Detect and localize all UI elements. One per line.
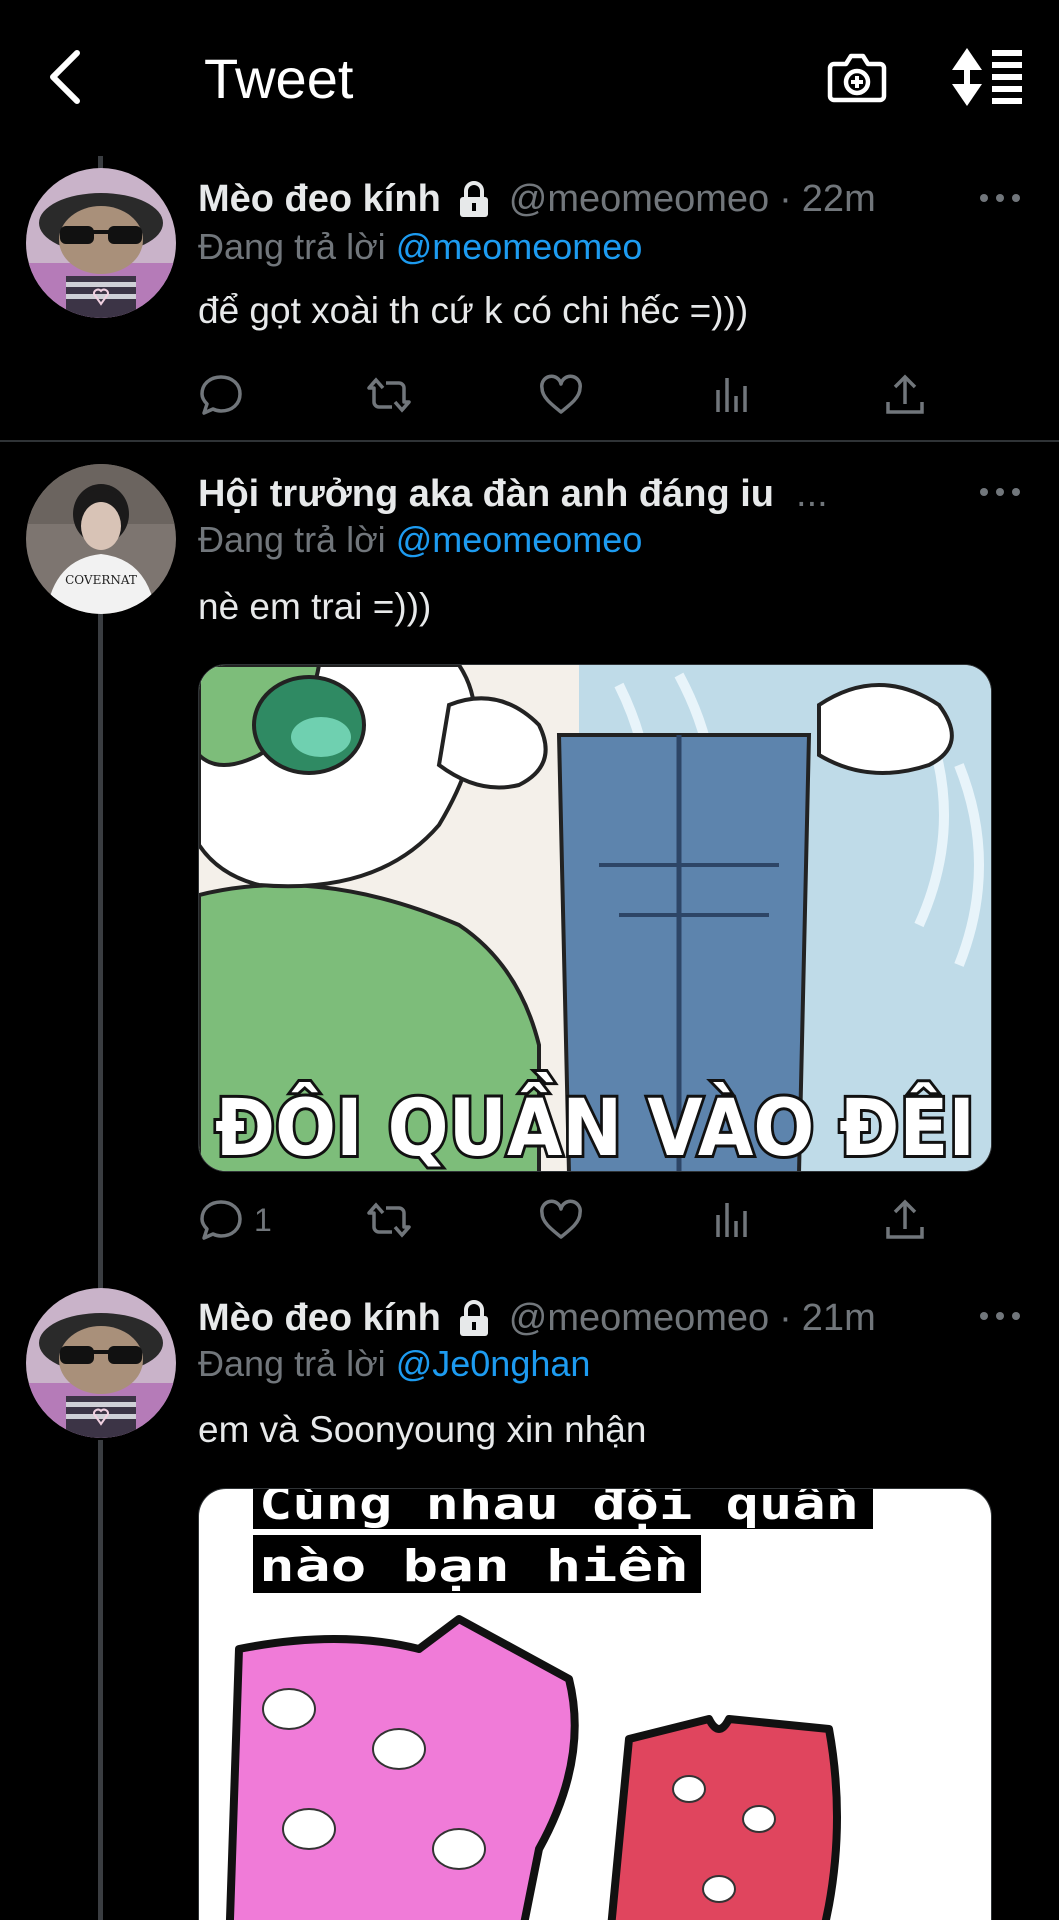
avatar-shirt-text: COVERNAT — [65, 573, 137, 587]
separator-dot: · — [779, 178, 792, 220]
separator-dot: · — [779, 1297, 792, 1339]
retweet-icon — [367, 377, 411, 413]
more-dot — [980, 1312, 988, 1320]
avatar[interactable]: COVERNAT — [26, 464, 176, 614]
reply-mention-link[interactable]: @Je0nghan — [396, 1343, 591, 1384]
media-caption-line2: nào bạn hiền — [259, 1541, 689, 1592]
like-button[interactable] — [538, 370, 584, 420]
tweet-media-image[interactable]: Cùng nhau đội quần nào bạn hiền — [198, 1488, 992, 1920]
reply-mention-link[interactable]: @meomeomeo — [396, 519, 643, 560]
lock-icon — [459, 1299, 488, 1336]
tweet-actions — [198, 370, 938, 420]
more-options-button[interactable] — [980, 477, 1020, 507]
heart-icon — [540, 1199, 582, 1239]
more-dot — [996, 1312, 1004, 1320]
tweet-media-image[interactable]: ĐÔI QUẦN VÀO ĐÊI — [198, 664, 992, 1172]
thread-connector-line — [98, 1440, 103, 1920]
reply-button[interactable] — [198, 370, 252, 420]
replying-to: Đang trả lời @Je0nghan — [198, 1343, 590, 1385]
cartoon-image: ĐÔI QUẦN VÀO ĐÊI — [199, 665, 991, 1172]
analytics-button[interactable] — [710, 1195, 756, 1245]
reply-icon — [200, 375, 242, 415]
tweet-actions: 1 — [198, 1195, 938, 1245]
share-upload-icon — [886, 1199, 924, 1239]
analytics-bars-icon — [716, 378, 747, 412]
share-button[interactable] — [882, 370, 928, 420]
retweet-icon — [367, 1202, 411, 1238]
timestamp[interactable]: 21m — [802, 1297, 876, 1340]
more-dot — [1012, 1312, 1020, 1320]
share-button[interactable] — [882, 1195, 928, 1245]
more-dot — [1012, 194, 1020, 202]
more-dot — [980, 194, 988, 202]
replying-to: Đang trả lời @meomeomeo — [198, 519, 642, 561]
display-name[interactable]: Hội trưởng aka đàn anh đáng iu — [198, 473, 774, 516]
reply-count: 1 — [254, 1201, 272, 1238]
reply-prefix: Đang trả lời — [198, 519, 386, 560]
cat-with-sunglasses-avatar — [26, 168, 176, 318]
more-options-button[interactable] — [980, 183, 1020, 213]
handle[interactable]: @meomeomeo — [509, 1297, 769, 1340]
display-name[interactable]: Mèo đeo kính — [198, 178, 441, 221]
reply-mention-link[interactable]: @meomeomeo — [396, 226, 643, 267]
lock-icon — [459, 180, 488, 217]
more-options-button[interactable] — [980, 1301, 1020, 1331]
tweet-text: em và Soonyoung xin nhận — [198, 1409, 647, 1450]
more-dot — [980, 488, 988, 496]
retweet-button[interactable] — [366, 1195, 412, 1245]
reply-prefix: Đang trả lời — [198, 226, 386, 267]
more-dot — [996, 194, 1004, 202]
more-dot — [996, 488, 1004, 496]
heart-icon — [540, 374, 582, 414]
share-upload-icon — [886, 374, 924, 414]
avatar[interactable] — [26, 168, 176, 318]
tweet[interactable]: Mèo đeo kính @meomeomeo · 22m Đang trả l… — [0, 0, 1059, 440]
meme-image: Cùng nhau đội quần nào bạn hiền — [199, 1489, 991, 1920]
person-avatar: COVERNAT — [26, 464, 176, 614]
reply-button[interactable]: 1 — [198, 1195, 272, 1245]
analytics-bars-icon — [716, 1203, 747, 1237]
media-caption-line1: Cùng nhau đội quần — [259, 1489, 859, 1530]
handle[interactable]: @meomeomeo — [509, 178, 769, 221]
retweet-button[interactable] — [366, 370, 412, 420]
avatar[interactable] — [26, 1288, 176, 1438]
display-name[interactable]: Mèo đeo kính — [198, 1297, 441, 1340]
like-button[interactable] — [538, 1195, 584, 1245]
replying-to: Đang trả lời @meomeomeo — [198, 226, 642, 268]
name-truncation: ... — [796, 473, 828, 515]
tweet-header: Mèo đeo kính @meomeomeo · 22m — [198, 178, 876, 221]
tweet-divider — [0, 440, 1059, 442]
thread-connector-line — [98, 610, 103, 1300]
tweet-header: Hội trưởng aka đàn anh đáng iu ... — [198, 473, 828, 516]
timestamp[interactable]: 22m — [802, 178, 876, 221]
analytics-button[interactable] — [710, 370, 756, 420]
tweet-text: để gọt xoài th cứ k có chi hếc =))) — [198, 290, 749, 331]
reply-icon — [200, 1200, 242, 1240]
cat-with-sunglasses-avatar — [26, 1288, 176, 1438]
tweet-header: Mèo đeo kính @meomeomeo · 21m — [198, 1297, 876, 1340]
tweet-text: nè em trai =))) — [198, 586, 432, 627]
reply-prefix: Đang trả lời — [198, 1343, 386, 1384]
more-dot — [1012, 488, 1020, 496]
media-caption: ĐÔI QUẦN VÀO ĐÊI — [215, 1072, 975, 1172]
